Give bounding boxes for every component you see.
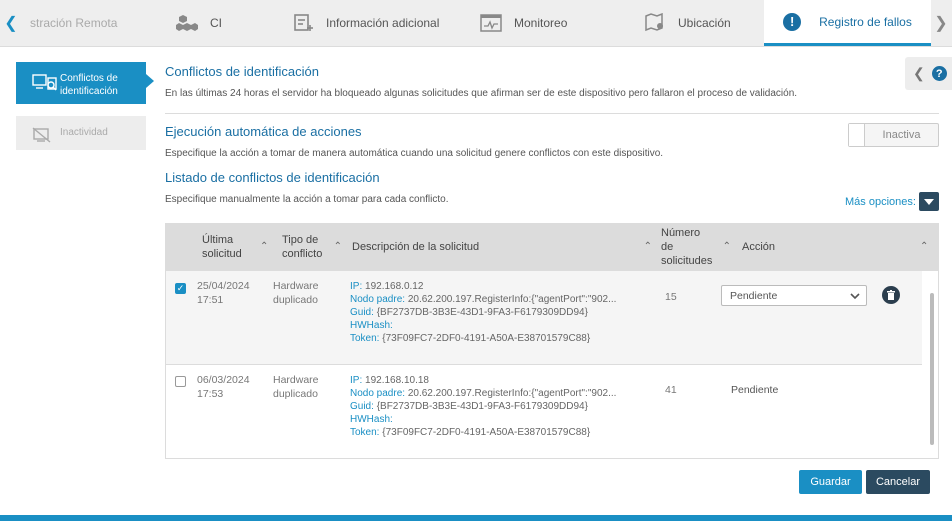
tab-additional-info[interactable]: Información adicional xyxy=(292,0,462,46)
table-header: Última solicitud ⌃ Tipo de conflicto ⌃ Des… xyxy=(165,223,939,271)
chevron-left-icon[interactable]: ❮ xyxy=(0,0,22,46)
header-date[interactable]: Última solicitud ⌃ xyxy=(202,223,272,271)
sort-up-icon: ⌃ xyxy=(333,241,342,252)
list-description: Especifique manualmente la acción a toma… xyxy=(165,194,449,205)
sidebar-item-label: Conflictos de identificación xyxy=(60,73,118,97)
conflicts-description: En las últimas 24 horas el servidor ha b… xyxy=(165,88,798,99)
sidebar-item-conflicts[interactable]: Conflictos de identificación xyxy=(16,62,146,104)
notes-add-icon xyxy=(292,13,314,33)
more-options-button[interactable] xyxy=(919,192,939,211)
help-icon: ? xyxy=(931,66,947,81)
tab-label: Información adicional xyxy=(326,16,440,30)
auto-actions-title: Ejecución automática de acciones xyxy=(165,124,362,139)
row-checkbox[interactable]: ✓ xyxy=(175,283,186,294)
row-description: IP: 192.168.10.18 Nodo padre: 20.62.200.… xyxy=(350,375,617,438)
toggle-label: Inactiva xyxy=(882,129,921,141)
device-off-icon xyxy=(32,127,60,147)
sidebar-item-label: Inactividad xyxy=(60,127,108,138)
collapse-icon[interactable]: ⌃ xyxy=(912,223,928,271)
save-button[interactable]: Guardar xyxy=(799,470,862,494)
tab-remote-admin[interactable]: stración Remota xyxy=(30,0,160,46)
bottom-bar xyxy=(0,515,952,521)
row-date: 06/03/2024 17:53 xyxy=(197,374,250,400)
chevron-right-icon[interactable]: ❯ xyxy=(930,0,952,46)
auto-actions-toggle[interactable]: Inactiva xyxy=(848,123,939,147)
sidebar-item-inactivity[interactable]: Inactividad xyxy=(16,116,146,150)
tab-label: Registro de fallos xyxy=(819,14,912,29)
alert-circle-icon: ! xyxy=(783,12,802,31)
sort-up-icon: ⌃ xyxy=(722,241,731,252)
tab-label: CI xyxy=(210,16,222,30)
conflicts-title: Conflictos de identificación xyxy=(165,64,319,79)
tab-bar: ❮ stración Remota CI Información adicion… xyxy=(0,0,952,47)
list-title: Listado de conflictos de identificación xyxy=(165,170,380,185)
tab-monitoring[interactable]: Monitoreo xyxy=(480,0,590,46)
header-description[interactable]: Descripción de la solicitud ⌃ xyxy=(352,223,652,271)
table-row[interactable]: ✓ 25/04/2024 17:51 Hardware duplicado IP… xyxy=(166,271,922,365)
delete-icon[interactable] xyxy=(882,286,900,304)
table-row[interactable]: 06/03/2024 17:53 Hardware duplicado IP: … xyxy=(166,366,922,459)
help-panel-toggle[interactable]: ❮ ? xyxy=(905,57,952,90)
header-action[interactable]: Acción xyxy=(742,223,792,271)
scrollbar[interactable] xyxy=(930,293,934,445)
conflicts-table: ✓ 25/04/2024 17:51 Hardware duplicado IP… xyxy=(165,271,939,459)
tab-label: Monitoreo xyxy=(514,16,568,30)
header-count[interactable]: Número de solicitudes ⌃ xyxy=(661,223,731,271)
more-options-label[interactable]: Más opciones: xyxy=(845,196,916,208)
tab-location[interactable]: Ubicación xyxy=(644,0,754,46)
map-pin-icon xyxy=(644,13,666,33)
row-count: 41 xyxy=(665,384,677,396)
cancel-button[interactable]: Cancelar xyxy=(866,470,930,494)
divider xyxy=(165,113,939,114)
monitor-chart-icon xyxy=(480,13,502,33)
chevron-left-icon: ❮ xyxy=(913,65,925,81)
row-type: Hardware duplicado xyxy=(273,280,319,306)
devices-conflict-icon xyxy=(32,73,60,95)
header-type[interactable]: Tipo de conflicto ⌃ xyxy=(282,223,342,271)
row-description: IP: 192.168.0.12 Nodo padre: 20.62.200.1… xyxy=(350,281,617,344)
sort-up-icon: ⌃ xyxy=(260,241,269,252)
row-count: 15 xyxy=(665,291,677,303)
row-action: Pendiente xyxy=(731,384,779,396)
tab-label: Ubicación xyxy=(678,16,731,30)
row-type: Hardware duplicado xyxy=(273,374,319,400)
chevron-down-icon xyxy=(924,198,934,205)
sort-up-icon: ⌃ xyxy=(643,241,652,252)
toggle-knob xyxy=(849,124,865,146)
row-checkbox[interactable] xyxy=(175,376,186,387)
tab-label: stración Remota xyxy=(30,16,118,30)
tab-ci[interactable]: CI xyxy=(176,0,266,46)
tab-error-log[interactable]: ! Registro de fallos xyxy=(764,0,931,46)
chevron-down-icon xyxy=(850,293,860,300)
action-select[interactable]: Pendiente xyxy=(721,285,867,306)
boxes-icon xyxy=(176,13,198,33)
auto-actions-description: Especifique la acción a tomar de manera … xyxy=(165,148,664,159)
row-date: 25/04/2024 17:51 xyxy=(197,280,250,306)
active-indicator xyxy=(146,74,154,88)
